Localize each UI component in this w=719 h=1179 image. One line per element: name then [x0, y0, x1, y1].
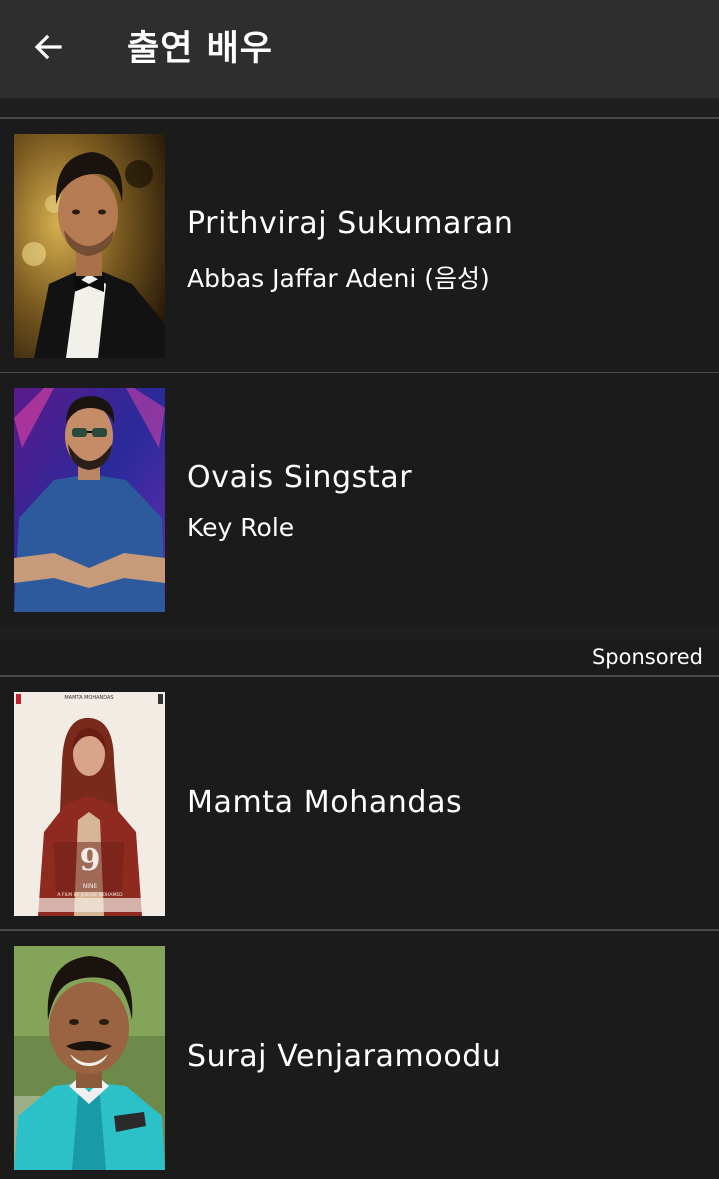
arrow-left-icon [32, 31, 64, 67]
actor-photo [14, 134, 165, 358]
section-spacer [0, 627, 719, 640]
actor-name: Suraj Venjaramoodu [187, 1039, 502, 1074]
poster-top-text: MAMTA MOHANDAS [64, 695, 113, 701]
actor-photo [14, 388, 165, 612]
character-name: Key Role [187, 513, 295, 542]
actor-name: Mamta Mohandas [187, 785, 463, 820]
cast-list-item[interactable]: Prithviraj Sukumaran Abbas Jaffar Adeni … [0, 119, 719, 373]
movie-poster: MAMTA MOHANDAS 9 NINE A FILM BY JENUSE M… [14, 692, 165, 916]
character-name: Abbas Jaffar Adeni (음성) [187, 264, 490, 293]
cast-list-item[interactable]: Ovais Singstar Key Role [0, 373, 719, 627]
poster-credit: A FILM BY JENUSE MOHAMED [57, 892, 123, 898]
poster-title: NINE [83, 883, 98, 890]
actor-photo [14, 946, 165, 1170]
poster-number: 9 [80, 843, 101, 878]
sponsored-list-item[interactable]: MAMTA MOHANDAS 9 NINE A FILM BY JENUSE M… [0, 677, 719, 931]
actor-name: Prithviraj Sukumaran [187, 206, 514, 241]
sponsored-list-item[interactable]: Suraj Venjaramoodu [0, 931, 719, 1179]
sponsored-label: Sponsored [591, 645, 703, 669]
back-button[interactable] [24, 25, 72, 73]
actor-name: Ovais Singstar [187, 460, 413, 495]
page-title: 출연 배우 [127, 29, 273, 69]
header-spacer [0, 98, 719, 117]
app-bar: 출연 배우 [0, 0, 719, 98]
